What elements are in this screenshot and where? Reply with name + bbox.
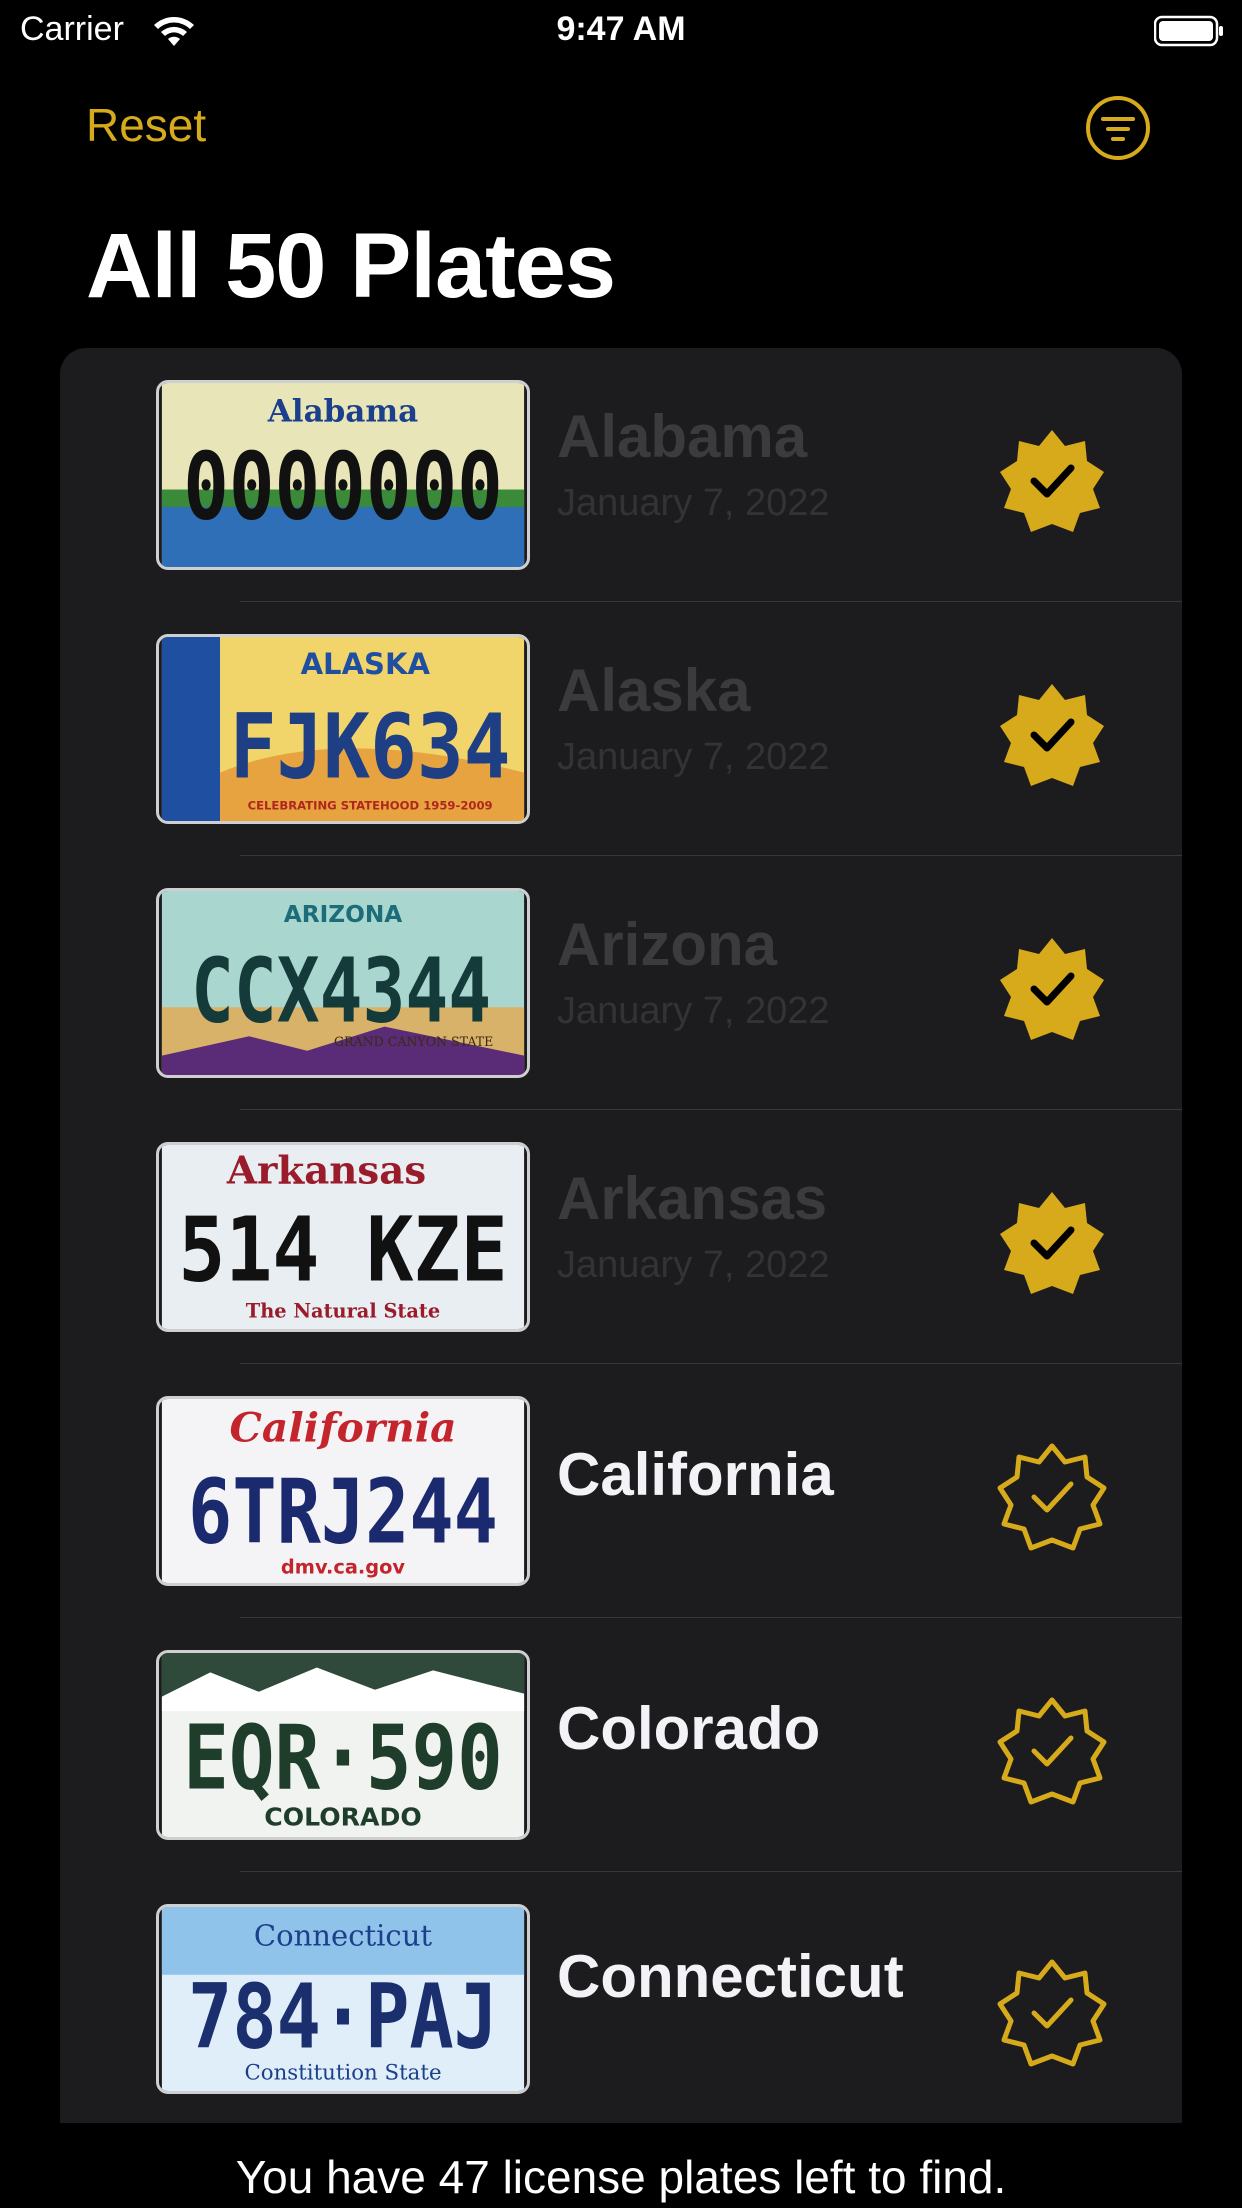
svg-text:ARIZONA: ARIZONA: [284, 901, 403, 928]
svg-text:CCX4344: CCX4344: [191, 940, 491, 1044]
plates-list: Alabama 0000000 Alabama January 7, 2022 …: [60, 348, 1182, 2123]
svg-text:Constitution State: Constitution State: [244, 2060, 441, 2085]
plate-image-california: California 6TRJ244 dmv.ca.gov: [156, 1396, 530, 1586]
svg-text:GRAND CANYON STATE: GRAND CANYON STATE: [334, 1034, 493, 1049]
checkmark-seal-filled-icon: [1000, 938, 1104, 1040]
checkmark-seal-outline-icon: [997, 1443, 1107, 1551]
found-date: January 7, 2022: [557, 482, 830, 524]
clock: 9:47 AM: [556, 10, 686, 48]
state-name: Arkansas: [557, 1165, 828, 1232]
svg-text:California: California: [230, 1404, 457, 1452]
svg-text:EQR·590: EQR·590: [183, 1707, 503, 1811]
svg-text:CELEBRATING STATEHOOD 1959-200: CELEBRATING STATEHOOD 1959-2009: [248, 798, 493, 812]
filter-button[interactable]: [1084, 94, 1152, 162]
plate-row-alabama[interactable]: Alabama 0000000 Alabama January 7, 2022: [60, 348, 1182, 602]
reset-button[interactable]: Reset: [86, 98, 206, 152]
status-bar: Carrier 9:47 AM: [0, 0, 1242, 62]
found-toggle[interactable]: [996, 1956, 1108, 2068]
svg-text:FJK634: FJK634: [230, 695, 511, 799]
svg-text:The Natural State: The Natural State: [246, 1299, 440, 1322]
plate-image-arkansas: Arkansas 514 KZE The Natural State: [156, 1142, 530, 1332]
found-toggle[interactable]: [996, 1694, 1108, 1806]
plate-row-connecticut[interactable]: Connecticut 784·PAJ Constitution State C…: [60, 1872, 1182, 2123]
found-date: January 7, 2022: [557, 990, 830, 1032]
page-title: All 50 Plates: [86, 215, 616, 317]
found-toggle[interactable]: [996, 424, 1108, 536]
svg-text:514 KZE: 514 KZE: [178, 1199, 507, 1303]
plate-image-colorado: EQR·590 COLORADO: [156, 1650, 530, 1840]
svg-text:Alabama: Alabama: [267, 394, 418, 430]
plate-row-arizona[interactable]: ARIZONA CCX4344 GRAND CANYON STATE Arizo…: [60, 856, 1182, 1110]
svg-text:0000000: 0000000: [183, 433, 503, 541]
checkmark-seal-filled-icon: [1000, 430, 1104, 532]
found-date: January 7, 2022: [557, 736, 830, 778]
state-name: Arizona: [557, 911, 778, 978]
plate-row-arkansas[interactable]: Arkansas 514 KZE The Natural State Arkan…: [60, 1110, 1182, 1364]
svg-text:Connecticut: Connecticut: [254, 1919, 433, 1953]
plate-image-alaska: ALASKA FJK634 CELEBRATING STATEHOOD 1959…: [156, 634, 530, 824]
plate-row-colorado[interactable]: EQR·590 COLORADO Colorado: [60, 1618, 1182, 1872]
state-name: Colorado: [557, 1695, 821, 1762]
svg-text:ALASKA: ALASKA: [301, 647, 431, 681]
plates-remaining-message: You have 47 license plates left to find.: [235, 2151, 1007, 2203]
checkmark-seal-filled-icon: [1000, 684, 1104, 786]
plate-image-connecticut: Connecticut 784·PAJ Constitution State: [156, 1904, 530, 2094]
found-toggle[interactable]: [996, 1440, 1108, 1552]
plate-row-alaska[interactable]: ALASKA FJK634 CELEBRATING STATEHOOD 1959…: [60, 602, 1182, 856]
found-toggle[interactable]: [996, 1186, 1108, 1298]
svg-text:784·PAJ: 784·PAJ: [188, 1965, 498, 2069]
battery-icon: [1154, 15, 1223, 47]
found-toggle[interactable]: [996, 932, 1108, 1044]
state-name: Alabama: [557, 403, 808, 470]
found-toggle[interactable]: [996, 678, 1108, 790]
state-name: Alaska: [557, 657, 751, 724]
checkmark-seal-outline-icon: [997, 1959, 1107, 2067]
svg-text:Arkansas: Arkansas: [226, 1149, 426, 1194]
svg-text:6TRJ244: 6TRJ244: [188, 1460, 498, 1564]
svg-text:dmv.ca.gov: dmv.ca.gov: [281, 1555, 405, 1578]
plate-row-california[interactable]: California 6TRJ244 dmv.ca.gov California: [60, 1364, 1182, 1618]
checkmark-seal-filled-icon: [1000, 1192, 1104, 1294]
filter-circle-icon: [1086, 96, 1150, 160]
plate-image-arizona: ARIZONA CCX4344 GRAND CANYON STATE: [156, 888, 530, 1078]
state-name: Connecticut: [557, 1943, 904, 2010]
svg-text:COLORADO: COLORADO: [264, 1802, 421, 1831]
checkmark-seal-outline-icon: [997, 1697, 1107, 1805]
found-date: January 7, 2022: [557, 1244, 830, 1286]
state-name: California: [557, 1441, 834, 1508]
plate-image-alabama: Alabama 0000000: [156, 380, 530, 570]
